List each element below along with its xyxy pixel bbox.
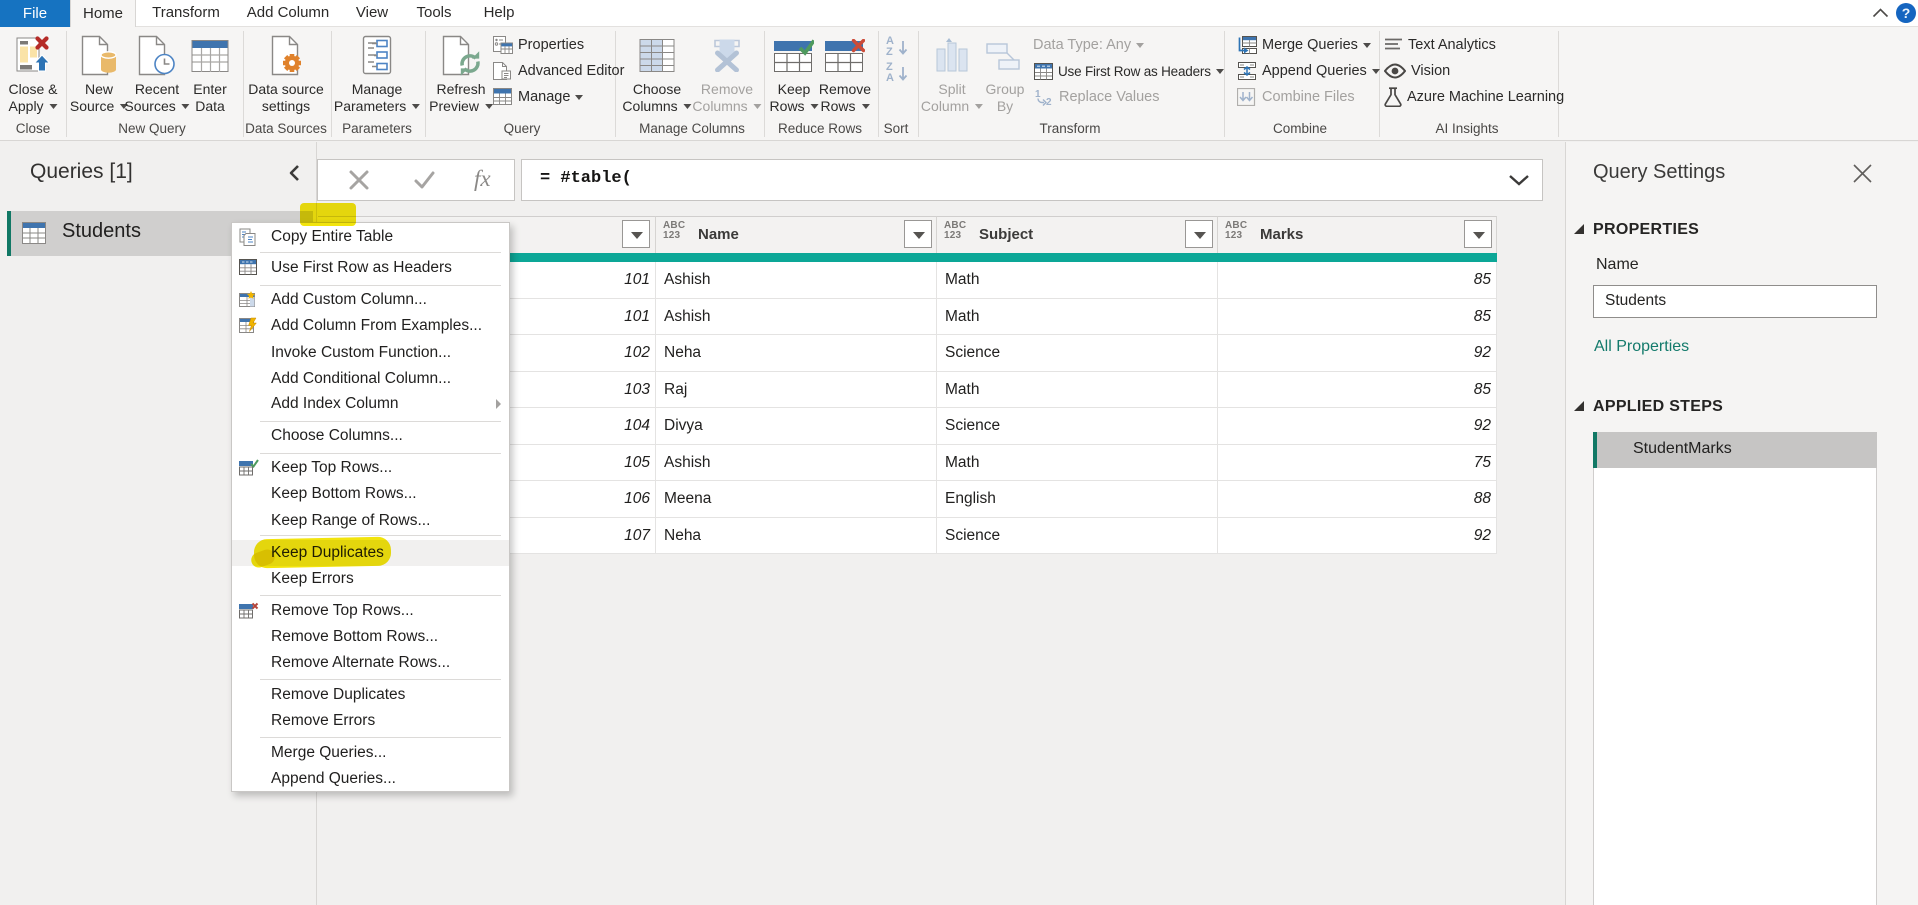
svg-text:1: 1 [1035,89,1041,100]
svg-text:2: 2 [1046,97,1052,106]
